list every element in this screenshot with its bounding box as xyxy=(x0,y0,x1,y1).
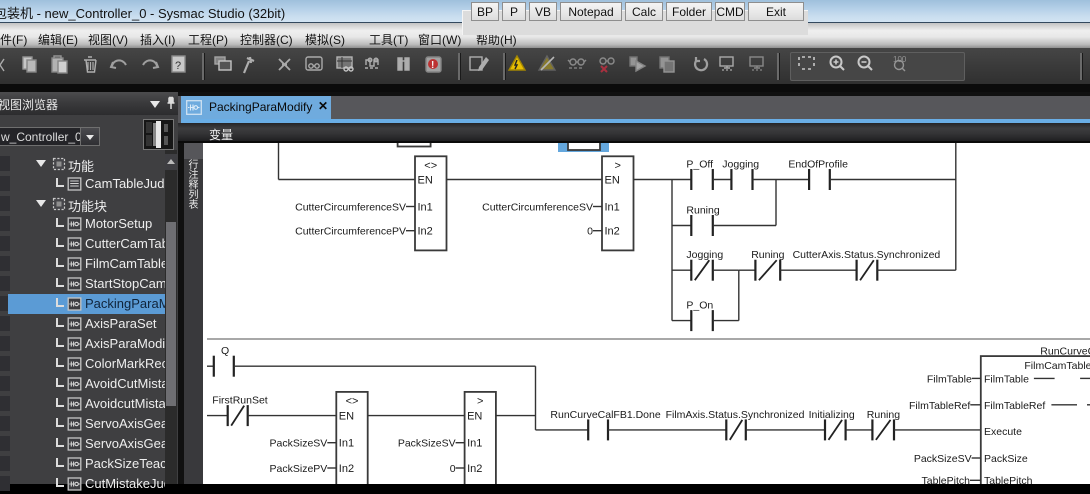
svg-text:FilmTable: FilmTable xyxy=(984,374,1029,386)
svg-text:Initializing: Initializing xyxy=(809,409,855,421)
svg-text:RunCurveC: RunCurveC xyxy=(1040,346,1090,358)
svg-text:In2: In2 xyxy=(605,226,620,238)
svg-text:Q: Q xyxy=(221,345,229,357)
svg-text:Execute: Execute xyxy=(984,426,1022,438)
svg-text:In1: In1 xyxy=(339,438,354,450)
svg-text:PackSizeSV: PackSizeSV xyxy=(914,453,972,465)
svg-text:In1: In1 xyxy=(418,202,433,214)
svg-text:EndOfProfile: EndOfProfile xyxy=(788,159,848,171)
svg-text:Jogging: Jogging xyxy=(686,249,723,261)
svg-text:EN: EN xyxy=(467,411,482,423)
svg-text:?: ? xyxy=(175,60,181,72)
svg-text:PackSize: PackSize xyxy=(984,453,1028,465)
svg-text:FilmAxis.Status.Synchronized: FilmAxis.Status.Synchronized xyxy=(666,409,805,421)
svg-text:EN: EN xyxy=(418,175,433,187)
svg-text:!: ! xyxy=(431,60,434,71)
svg-text:0: 0 xyxy=(587,226,593,238)
svg-text:RunCurveCalFB1.Done: RunCurveCalFB1.Done xyxy=(550,409,660,421)
svg-text:FirstRunSet: FirstRunSet xyxy=(212,395,268,407)
svg-text:Runing: Runing xyxy=(686,205,719,217)
svg-text:Runing: Runing xyxy=(751,249,784,261)
svg-text:PackSizePV: PackSizePV xyxy=(270,463,328,475)
svg-text:>: > xyxy=(614,160,620,172)
svg-text:Runing: Runing xyxy=(867,409,900,421)
svg-text:In1: In1 xyxy=(605,202,620,214)
svg-text:EN: EN xyxy=(339,411,354,423)
svg-text:CutterCircumferenceSV: CutterCircumferenceSV xyxy=(295,202,406,214)
svg-text:TablePitch: TablePitch xyxy=(922,475,971,484)
svg-text:In2: In2 xyxy=(418,226,433,238)
svg-text:CutterAxis.Status.Synchronized: CutterAxis.Status.Synchronized xyxy=(793,249,941,261)
svg-text:FilmCamTable: FilmCamTable xyxy=(1024,360,1090,372)
svg-text:>: > xyxy=(477,396,483,408)
svg-text:P_Off: P_Off xyxy=(686,159,713,171)
svg-text:In2: In2 xyxy=(339,463,354,475)
svg-text:In1: In1 xyxy=(467,438,482,450)
svg-text:In2: In2 xyxy=(467,463,482,475)
svg-text:0: 0 xyxy=(450,463,456,475)
svg-text:CutterCircumferenceSV: CutterCircumferenceSV xyxy=(482,202,593,214)
svg-text:FilmTableRef: FilmTableRef xyxy=(909,400,970,412)
svg-text:CutterCircumferencePV: CutterCircumferencePV xyxy=(295,226,406,238)
svg-text:<>: <> xyxy=(346,396,359,408)
svg-text:FilmTable: FilmTable xyxy=(927,373,972,385)
svg-text:<>: <> xyxy=(424,160,437,172)
svg-text:Jogging: Jogging xyxy=(722,159,759,171)
svg-text:TablePitch: TablePitch xyxy=(984,475,1033,484)
svg-text:PackSizeSV: PackSizeSV xyxy=(270,438,328,450)
svg-text:FilmTableRef: FilmTableRef xyxy=(984,400,1045,412)
svg-text:PackSizeSV: PackSizeSV xyxy=(398,438,456,450)
svg-text:EN: EN xyxy=(605,175,620,187)
svg-text:P_On: P_On xyxy=(686,300,713,312)
